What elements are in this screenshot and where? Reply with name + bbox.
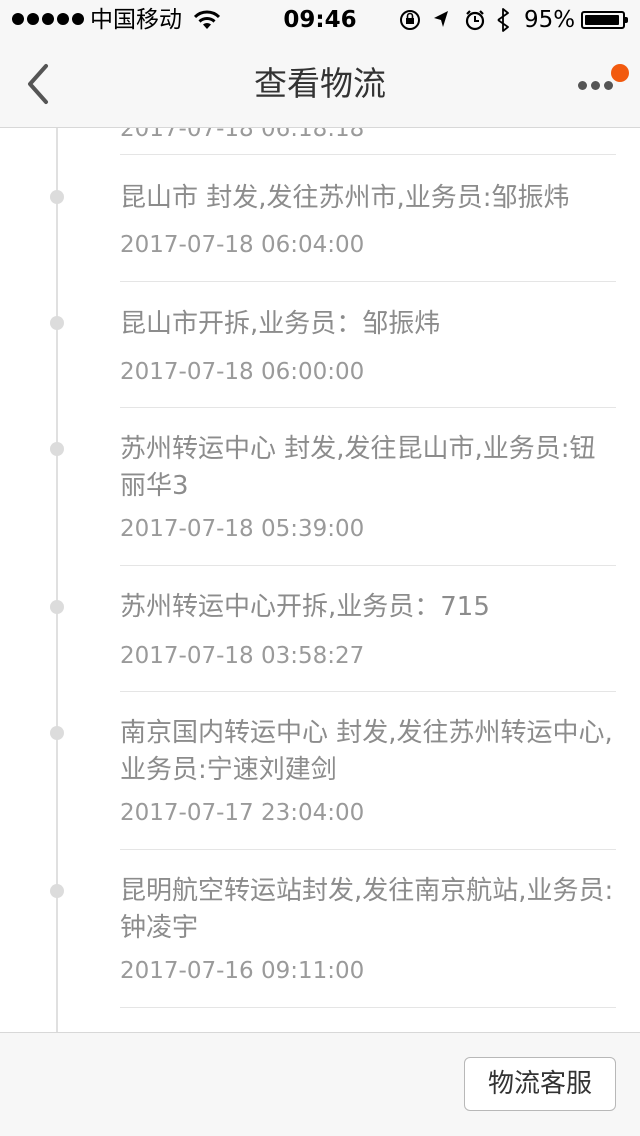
logistics-service-button[interactable]: 物流客服 [464, 1057, 616, 1111]
timeline-separator [120, 407, 616, 408]
timeline-description: 苏州转运中心开拆,业务员：715 [120, 592, 490, 622]
timeline-dot [50, 600, 64, 614]
timeline-time: 2017-07-18 06:00:00 [120, 359, 365, 385]
status-bar: 中国移动 09:46 95% [0, 0, 640, 40]
logistics-screen: 中国移动 09:46 95% 查看物流 2017-07-18 06:18:18 … [0, 0, 640, 1136]
nav-bar: 查看物流 [0, 40, 640, 128]
logistics-timeline[interactable]: 2017-07-18 06:18:18 昆山市 封发,发往苏州市,业务员:邹振炜… [0, 128, 640, 1032]
bottom-bar: 物流客服 [0, 1032, 640, 1136]
timeline-time: 2017-07-17 23:04:00 [120, 800, 365, 826]
timeline-dot [50, 442, 64, 456]
timeline-dot [50, 726, 64, 740]
notification-badge [611, 64, 629, 82]
timeline-description: 昆明航空转运站封发,发往南京航站,业务员:钟凌宇 [120, 876, 614, 943]
timeline-description: 苏州转运中心 封发,发往昆山市,业务员:钮丽华3 [120, 434, 596, 501]
timeline-time: 2017-07-16 09:11:00 [120, 958, 365, 984]
location-arrow-icon [434, 11, 448, 27]
page-title: 查看物流 [254, 64, 386, 103]
timeline-separator [120, 691, 616, 692]
timeline-item-partial: 2017-07-18 06:18:18 [120, 128, 616, 155]
timeline-separator [120, 565, 616, 566]
battery-fill [585, 15, 620, 25]
timeline-description: 南京国内转运中心 封发,发往苏州转运中心,业务员:宁速刘建剑 [120, 718, 613, 785]
timeline-dot [50, 316, 64, 330]
battery-percent: 95% [524, 7, 576, 33]
timeline-time: 2017-07-18 05:39:00 [120, 516, 365, 542]
alarm-icon [465, 10, 485, 31]
timeline-separator [120, 281, 616, 282]
more-button[interactable] [570, 64, 630, 108]
timeline-description: 昆山市开拆,业务员：邹振炜 [120, 309, 441, 339]
timeline-time: 2017-07-18 06:18:18 [120, 128, 365, 142]
timeline-separator [120, 1007, 616, 1008]
timeline-separator [120, 849, 616, 850]
status-icons [400, 8, 509, 32]
timeline-dot [50, 884, 64, 898]
timeline-time: 2017-07-18 03:58:27 [120, 643, 365, 669]
timeline-dot [50, 190, 64, 204]
timeline-time: 2017-07-18 06:04:00 [120, 232, 365, 258]
rotation-lock-icon [400, 10, 420, 30]
timeline-description: 昆山市 封发,发往苏州市,业务员:邹振炜 [120, 183, 570, 213]
battery-icon [581, 11, 628, 29]
bluetooth-icon [497, 8, 509, 32]
more-dots-icon [578, 81, 587, 90]
